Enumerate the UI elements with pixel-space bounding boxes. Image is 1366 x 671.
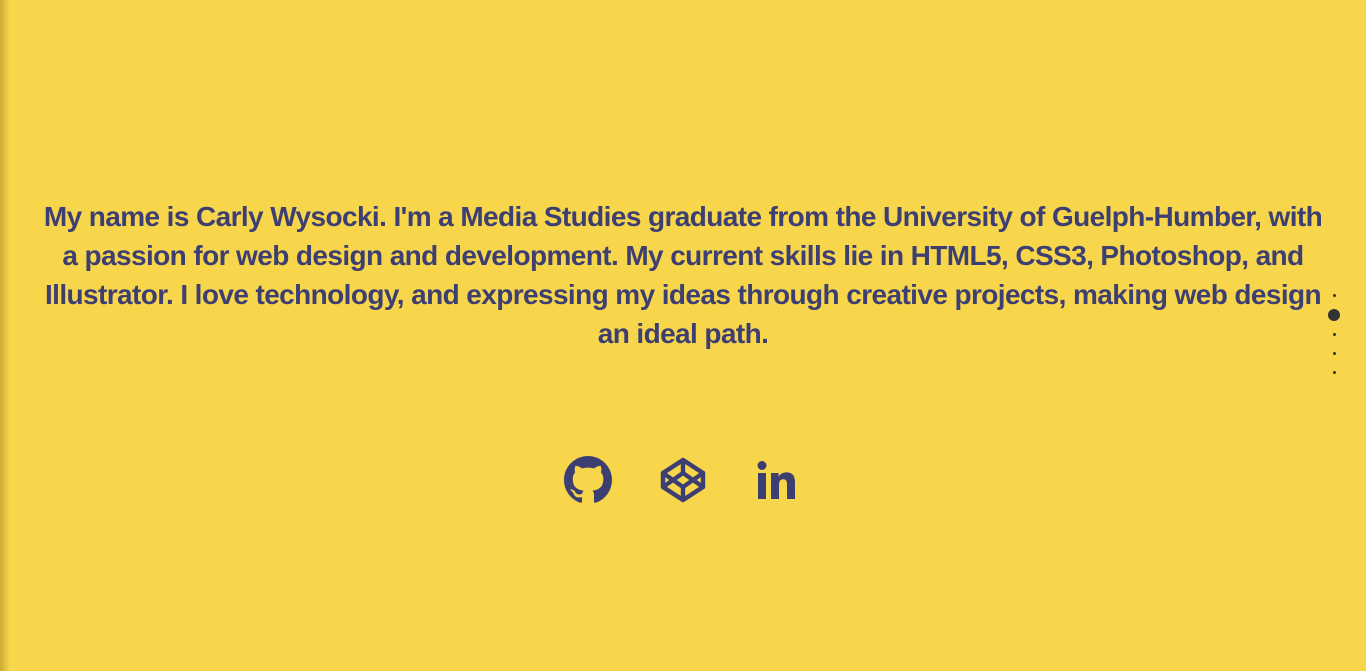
- section-dot-active[interactable]: [1328, 309, 1340, 321]
- codepen-link[interactable]: [659, 456, 707, 504]
- linkedin-link[interactable]: [754, 456, 802, 504]
- section-nav-dots: [1328, 290, 1340, 382]
- codepen-icon: [660, 457, 706, 503]
- section-dot[interactable]: [1332, 352, 1336, 355]
- github-icon: [564, 456, 612, 503]
- social-links: [0, 456, 1366, 504]
- section-dot[interactable]: [1332, 333, 1336, 336]
- left-edge-shadow: [0, 0, 10, 671]
- github-link[interactable]: [564, 456, 612, 504]
- about-text: My name is Carly Wysocki. I'm a Media St…: [43, 201, 1323, 349]
- section-dot[interactable]: [1332, 371, 1336, 374]
- section-dot[interactable]: [1332, 294, 1336, 297]
- linkedin-icon: [757, 461, 795, 499]
